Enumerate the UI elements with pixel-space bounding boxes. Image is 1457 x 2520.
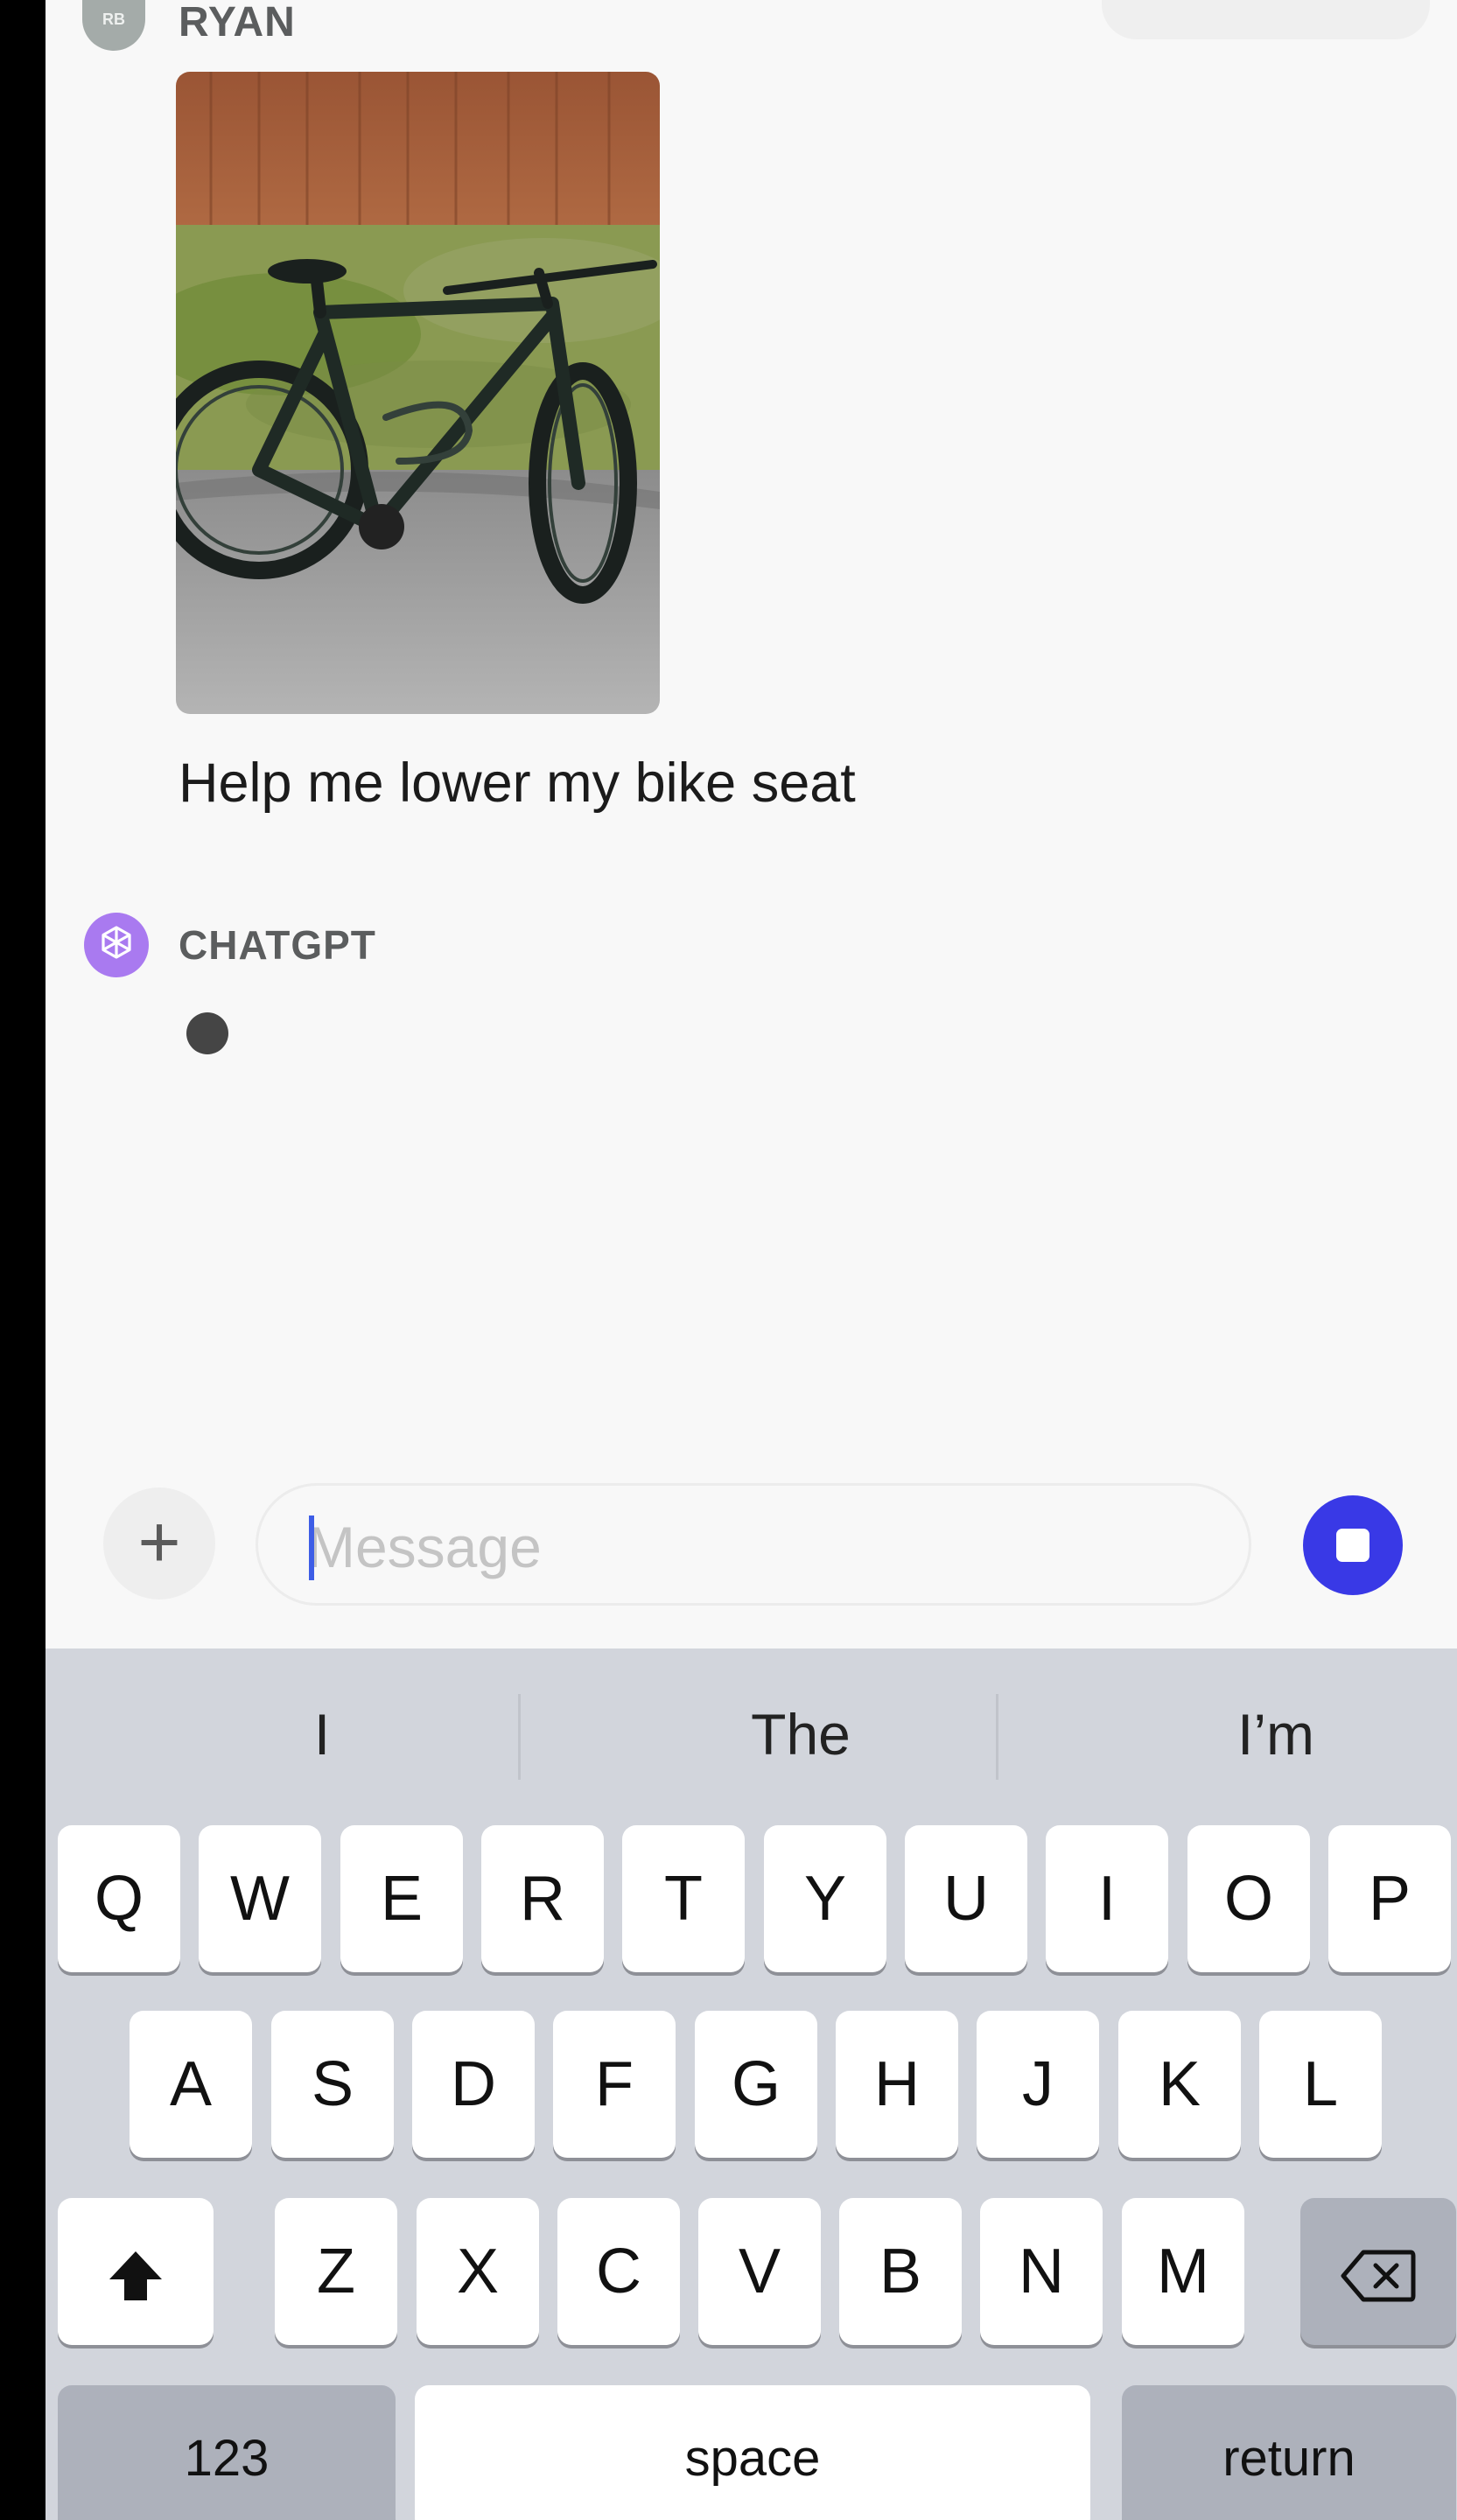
text-caret [309,1516,314,1580]
numbers-key[interactable]: 123 [58,2385,396,2520]
key-o[interactable]: O [1187,1825,1310,1972]
stop-icon [1336,1529,1369,1562]
key-b[interactable]: B [839,2198,962,2345]
user-avatar: RB [82,0,145,51]
key-f[interactable]: F [553,2011,676,2158]
key-y[interactable]: Y [764,1825,886,1972]
key-i[interactable]: I [1046,1825,1168,1972]
suggestion-divider [996,1694,998,1780]
key-p[interactable]: P [1328,1825,1451,1972]
key-j[interactable]: J [977,2011,1099,2158]
assistant-name-label: CHATGPT [179,922,376,968]
typing-indicator [186,1012,228,1054]
stop-button[interactable] [1303,1495,1403,1595]
attach-button[interactable]: + [103,1488,215,1600]
key-s[interactable]: S [271,2011,394,2158]
key-a[interactable]: A [130,2011,252,2158]
key-m[interactable]: M [1122,2198,1244,2345]
delete-key[interactable] [1300,2198,1456,2345]
key-g[interactable]: G [695,2011,817,2158]
key-l[interactable]: L [1259,2011,1382,2158]
suggestion-3[interactable]: I’m [1040,1699,1457,1769]
key-n[interactable]: N [980,2198,1103,2345]
message-input[interactable]: Message [256,1483,1251,1606]
suggestion-1[interactable]: I [86,1699,558,1769]
plus-icon: + [137,1501,181,1583]
shift-key[interactable] [58,2198,214,2345]
key-z[interactable]: Z [275,2198,397,2345]
return-key[interactable]: return [1122,2385,1456,2520]
user-name-label: RYAN [179,0,296,46]
openai-logo-icon [84,913,149,977]
key-q[interactable]: Q [58,1825,180,1972]
ios-keyboard: I The I’m Q W E R T Y U I O P A S D F G … [46,1648,1457,2520]
message-placeholder: Message [307,1515,542,1579]
user-message-text: Help me lower my bike seat [179,752,856,814]
key-h[interactable]: H [836,2011,958,2158]
bike-photo[interactable] [176,72,660,714]
chat-screen: RB RYAN Help me lower my bike seat CHATG… [46,0,1457,2520]
backspace-icon [1341,2250,1416,2302]
suggestion-divider [518,1694,521,1780]
key-c[interactable]: C [557,2198,680,2345]
key-t[interactable]: T [622,1825,745,1972]
bike-photo-image [176,72,660,714]
key-v[interactable]: V [698,2198,821,2345]
top-action-pill[interactable] [1102,0,1430,39]
key-x[interactable]: X [417,2198,539,2345]
suggestion-2[interactable]: The [564,1699,1037,1769]
key-k[interactable]: K [1118,2011,1241,2158]
key-r[interactable]: R [481,1825,604,1972]
space-key[interactable]: space [415,2385,1090,2520]
key-w[interactable]: W [199,1825,321,1972]
key-e[interactable]: E [340,1825,463,1972]
key-d[interactable]: D [412,2011,535,2158]
shift-icon [109,2250,162,2300]
key-u[interactable]: U [905,1825,1027,1972]
